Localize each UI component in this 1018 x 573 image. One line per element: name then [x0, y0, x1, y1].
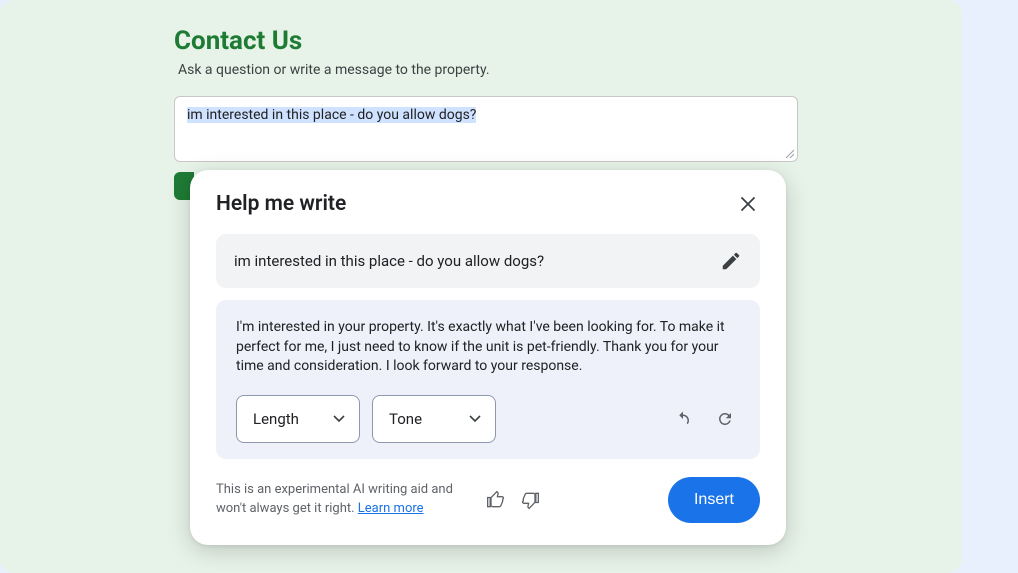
help-me-write-popup: Help me write im interested in this plac… [190, 170, 786, 545]
thumbs-up-button[interactable] [480, 484, 512, 516]
edit-prompt-button[interactable] [720, 250, 742, 272]
undo-icon [674, 410, 692, 428]
chevron-down-icon [333, 415, 345, 423]
popup-header: Help me write [216, 192, 760, 216]
undo-button[interactable] [668, 404, 698, 434]
tone-select[interactable]: Tone [372, 395, 496, 443]
pencil-icon [720, 250, 742, 272]
resize-grip-icon[interactable] [784, 148, 794, 158]
close-icon [740, 196, 756, 212]
length-label: Length [253, 410, 299, 428]
close-button[interactable] [736, 192, 760, 216]
prompt-box: im interested in this place - do you all… [216, 234, 760, 288]
learn-more-link[interactable]: Learn more [358, 501, 424, 516]
feedback-group [480, 484, 546, 516]
refresh-icon [716, 410, 734, 428]
result-controls: Length Tone [236, 395, 740, 443]
message-textarea[interactable]: im interested in this place - do you all… [174, 96, 798, 162]
message-selected-text: im interested in this place - do you all… [187, 107, 476, 123]
thumbs-up-icon [486, 490, 506, 510]
tone-label: Tone [389, 410, 422, 428]
popup-title: Help me write [216, 192, 346, 216]
thumbs-down-button[interactable] [514, 484, 546, 516]
result-text: I'm interested in your property. It's ex… [236, 318, 740, 377]
page-subtitle: Ask a question or write a message to the… [178, 62, 798, 78]
regenerate-button[interactable] [710, 404, 740, 434]
result-box: I'm interested in your property. It's ex… [216, 300, 760, 459]
prompt-text: im interested in this place - do you all… [234, 252, 544, 270]
length-select[interactable]: Length [236, 395, 360, 443]
popup-footer: This is an experimental AI writing aid a… [216, 477, 760, 523]
thumbs-down-icon [520, 490, 540, 510]
page-title: Contact Us [174, 26, 798, 56]
insert-button[interactable]: Insert [668, 477, 760, 523]
disclaimer-text: This is an experimental AI writing aid a… [216, 481, 466, 519]
chevron-down-icon [469, 415, 481, 423]
